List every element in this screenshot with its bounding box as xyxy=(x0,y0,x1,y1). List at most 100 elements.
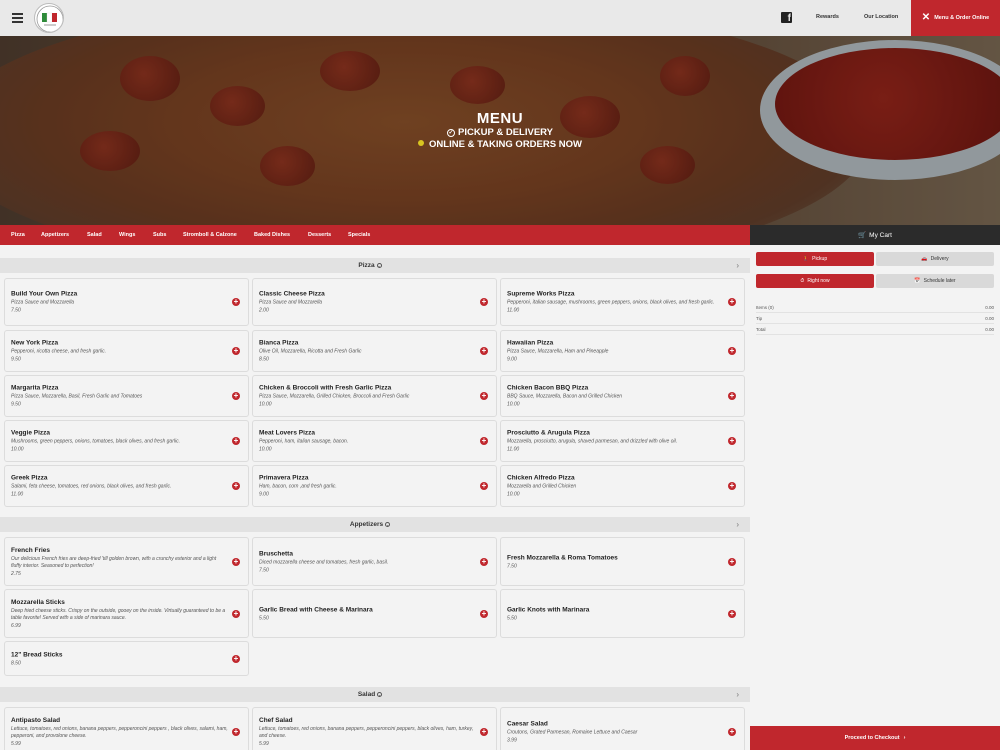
add-item-icon[interactable]: + xyxy=(480,482,488,490)
cart-icon: 🛒 xyxy=(858,232,867,239)
category-baked-dishes[interactable]: Baked Dishes xyxy=(254,232,290,238)
menu-item-card[interactable]: New York Pizza Pepperoni, ricotta cheese,… xyxy=(4,330,249,372)
menu-item-card[interactable]: Meat Lovers Pizza Pepperoni, ham, italian… xyxy=(252,420,497,462)
car-icon: 🚗 xyxy=(921,256,928,262)
add-item-icon[interactable]: + xyxy=(728,557,736,566)
category-appetizers[interactable]: Appetizers xyxy=(41,232,69,238)
add-item-icon[interactable]: + xyxy=(728,437,736,445)
chevron-down-icon: ⌄ xyxy=(385,522,391,527)
add-item-icon[interactable]: + xyxy=(232,437,240,445)
menu-item-card[interactable]: 12" Bread Sticks 8.50 + xyxy=(4,641,249,676)
menu-item-card[interactable]: Bianca Pizza Olive Oil, Mozzarella, Ricot… xyxy=(252,330,497,372)
section-header-pizza: Pizza ⌄ › xyxy=(0,258,750,273)
add-item-icon[interactable]: + xyxy=(232,392,240,400)
tip-row: Tip 0.00 xyxy=(756,313,994,324)
chevron-right-icon[interactable]: › xyxy=(736,520,739,529)
schedule-later-toggle[interactable]: 📅 Schedule later xyxy=(876,274,994,288)
walking-icon: 🚶 xyxy=(802,256,810,262)
right-now-toggle[interactable]: ⏱ Right now xyxy=(756,274,874,288)
my-cart-header[interactable]: 🛒 My Cart xyxy=(750,225,1000,245)
menu-item-card[interactable]: Caesar Salad Croutons, Grated Parmesan, R… xyxy=(500,707,745,750)
category-subs[interactable]: Subs xyxy=(153,232,166,238)
menu-item-card[interactable]: Chicken Alfredo Pizza Mozzarella and Gril… xyxy=(500,465,745,507)
add-item-icon[interactable]: + xyxy=(480,557,488,566)
menu-item-card[interactable]: Primavera Pizza Ham, bacon, corn ,and fre… xyxy=(252,465,497,507)
add-item-icon[interactable]: + xyxy=(232,557,240,566)
category-stromboll-calzone[interactable]: Stromboll & Calzone xyxy=(183,232,237,238)
add-item-icon[interactable]: + xyxy=(480,392,488,400)
add-item-icon[interactable]: + xyxy=(232,654,240,663)
menu-item-card[interactable]: Antipasto Salad Lettuce, tomatoes, red on… xyxy=(4,707,249,750)
menu-item-card[interactable]: Prosciutto & Arugula Pizza Mozzarella, pr… xyxy=(500,420,745,462)
add-item-icon[interactable]: + xyxy=(480,298,488,306)
add-item-icon[interactable]: + xyxy=(232,482,240,490)
chevron-right-icon[interactable]: › xyxy=(736,261,739,270)
total-row: Total 0.00 xyxy=(756,324,994,335)
menu-item-card[interactable]: Chicken Bacon BBQ Pizza BBQ Sauce, Mozzar… xyxy=(500,375,745,417)
menu-order-online-button[interactable]: ✕ Menu & Order Online xyxy=(911,0,1000,36)
add-item-icon[interactable]: + xyxy=(480,437,488,445)
hero-pickup-delivery: ✓ PICKUP & DELIVERY xyxy=(446,127,554,138)
cart-title: My Cart xyxy=(869,231,892,239)
category-salad[interactable]: Salad xyxy=(87,232,102,238)
menu-item-card[interactable]: Garlic Knots with Marinara 5.50 + xyxy=(500,589,745,638)
category-nav-bar: Pizza Appetizers Salad Wings Subs Stromb… xyxy=(0,225,750,245)
chevron-right-icon: › xyxy=(903,735,906,741)
menu-item-card[interactable]: Bruschetta Diced mozzarella cheese and to… xyxy=(252,537,497,586)
menu-item-card[interactable]: Chicken & Broccoli with Fresh Garlic Piz… xyxy=(252,375,497,417)
menu-item-card[interactable]: Hawaiian Pizza Pizza Sauce, Mozzarella, H… xyxy=(500,330,745,372)
menu-item-card[interactable]: Greek Pizza Salami, feta cheese, tomatoes… xyxy=(4,465,249,507)
hero-title: MENU xyxy=(476,110,524,127)
menu-item-card[interactable]: French Fries Our delicious French fries a… xyxy=(4,537,249,586)
menu-item-card[interactable]: Mozzarella Sticks Deep fried cheese stick… xyxy=(4,589,249,638)
restaurant-logo[interactable] xyxy=(34,3,64,33)
add-item-icon[interactable]: + xyxy=(232,347,240,355)
hero-banner: MENU ✓ PICKUP & DELIVERY ONLINE & TAKING … xyxy=(0,36,1000,225)
chevron-down-icon: ⌄ xyxy=(377,692,383,697)
delivery-toggle[interactable]: 🚗 Delivery xyxy=(876,252,994,266)
add-item-icon[interactable]: + xyxy=(480,347,488,355)
add-item-icon[interactable]: + xyxy=(232,609,240,618)
category-wings[interactable]: Wings xyxy=(119,232,135,238)
nav-our-location[interactable]: Our Location xyxy=(864,14,898,20)
category-specials[interactable]: Specials xyxy=(348,232,370,238)
add-item-icon[interactable]: + xyxy=(232,728,240,736)
menu-item-card[interactable]: Fresh Mozzarella & Roma Tomatoes 7.50 + xyxy=(500,537,745,586)
menu-hamburger-icon[interactable] xyxy=(12,13,23,23)
add-item-icon[interactable]: + xyxy=(728,609,736,618)
category-pizza[interactable]: Pizza xyxy=(11,232,25,238)
add-item-icon[interactable]: + xyxy=(232,298,240,306)
items-row: Items (0) 0.00 xyxy=(756,302,994,313)
menu-list: Pizza ⌄ › Build Your Own Pizza Pizza Sauce… xyxy=(0,245,750,750)
menu-item-card[interactable]: Margarita Pizza Pizza Sauce, Mozzarella, … xyxy=(4,375,249,417)
order-button-label: Menu & Order Online xyxy=(934,15,990,21)
menu-item-card[interactable]: Build Your Own Pizza Pizza Sauce and Mozz… xyxy=(4,278,249,326)
facebook-icon[interactable]: f xyxy=(781,12,792,24)
add-item-icon[interactable]: + xyxy=(728,392,736,400)
add-item-icon[interactable]: + xyxy=(480,609,488,618)
add-item-icon[interactable]: + xyxy=(728,482,736,490)
section-header-salad: Salad ⌄ › xyxy=(0,687,750,702)
pickup-toggle[interactable]: 🚶 Pickup xyxy=(756,252,874,266)
calendar-icon: 📅 xyxy=(914,278,921,284)
add-item-icon[interactable]: + xyxy=(480,728,488,736)
close-icon: ✕ xyxy=(921,12,931,23)
menu-item-card[interactable]: Classic Cheese Pizza Pizza Sauce and Mozz… xyxy=(252,278,497,326)
menu-item-card[interactable]: Garlic Bread with Cheese & Marinara 5.50 … xyxy=(252,589,497,638)
add-item-icon[interactable]: + xyxy=(728,347,736,355)
category-desserts[interactable]: Desserts xyxy=(308,232,331,238)
add-item-icon[interactable]: + xyxy=(728,298,736,306)
menu-item-card[interactable]: Veggie Pizza Mushrooms, green peppers, on… xyxy=(4,420,249,462)
chevron-right-icon[interactable]: › xyxy=(736,690,739,699)
proceed-to-checkout-button[interactable]: Proceed to Checkout › xyxy=(750,726,1000,750)
menu-item-card[interactable]: Supreme Works Pizza Pepperoni, italian sa… xyxy=(500,278,745,326)
clock-icon: ⏱ xyxy=(800,278,805,284)
menu-item-card[interactable]: Chef Salad Lettuce, tomatoes, red onions,… xyxy=(252,707,497,750)
chevron-down-icon: ⌄ xyxy=(376,263,382,268)
status-dot-icon xyxy=(418,140,425,146)
check-circle-icon: ✓ xyxy=(446,129,455,137)
add-item-icon[interactable]: + xyxy=(728,728,736,736)
nav-rewards[interactable]: Rewards xyxy=(816,14,839,20)
hero-online-status: ONLINE & TAKING ORDERS NOW xyxy=(0,139,1000,150)
top-header: f Rewards Our Location ✕ Menu & Order On… xyxy=(0,0,1000,36)
